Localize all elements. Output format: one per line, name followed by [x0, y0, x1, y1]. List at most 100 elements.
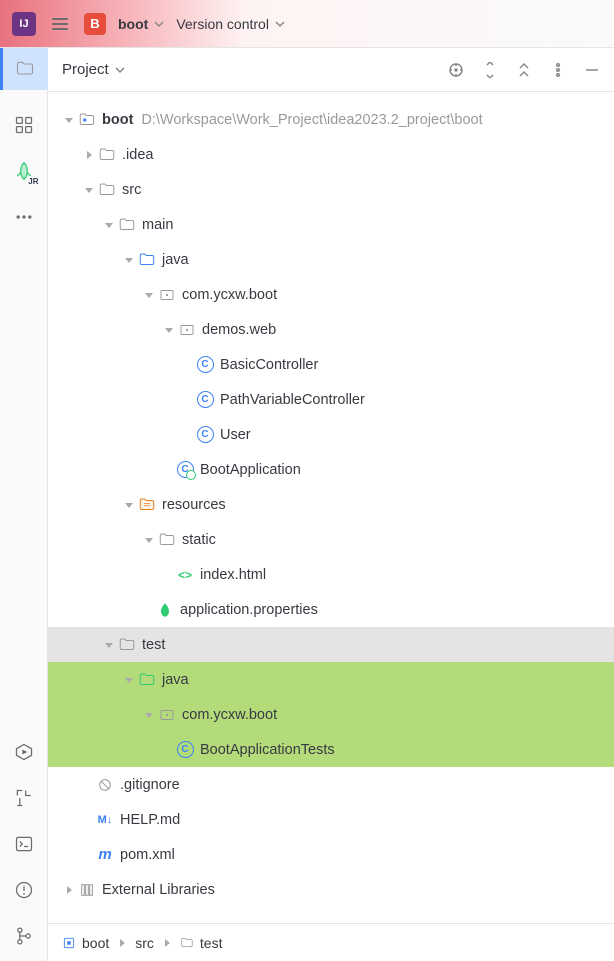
breadcrumb-label: src [135, 935, 154, 951]
tree-node-helpmd[interactable]: M↓ HELP.md [48, 802, 614, 837]
tree-node-user[interactable]: C User [48, 417, 614, 452]
tree-node-pkg-test[interactable]: com.ycxw.boot [48, 697, 614, 732]
expand-arrow-icon[interactable] [142, 533, 156, 547]
expand-arrow-icon[interactable] [122, 673, 136, 687]
module-icon [62, 936, 76, 950]
tree-node-src[interactable]: src [48, 172, 614, 207]
expand-arrow-icon[interactable] [142, 708, 156, 722]
tree-node-root[interactable]: boot D:\Workspace\Work_Project\idea2023.… [48, 102, 614, 137]
services-tool-button[interactable] [13, 741, 35, 763]
tree-node-test[interactable]: test [48, 627, 614, 662]
node-label: static [182, 532, 216, 548]
vcs-label: Version control [176, 16, 269, 32]
more-tool-button[interactable] [13, 206, 35, 228]
class-icon: C [176, 741, 194, 759]
package-icon [178, 321, 196, 339]
project-panel: Project boot D:\Workspace\Work_Project\i… [48, 48, 614, 961]
node-label: demos.web [202, 322, 276, 338]
spring-boot-icon: C [176, 461, 194, 479]
expand-arrow-icon[interactable] [62, 113, 76, 127]
breadcrumb-item-test[interactable]: test [180, 935, 223, 951]
tree-node-pom[interactable]: m pom.xml [48, 837, 614, 872]
tree-node-bootapp[interactable]: C BootApplication [48, 452, 614, 487]
vcs-dropdown[interactable]: Version control [176, 16, 285, 32]
tree-node-extlibs[interactable]: External Libraries [48, 872, 614, 907]
class-icon: C [196, 426, 214, 444]
node-label: BasicController [220, 357, 318, 373]
expand-arrow-icon[interactable] [142, 288, 156, 302]
panel-title-dropdown[interactable]: Project [62, 61, 125, 78]
node-label: .idea [122, 147, 153, 163]
breadcrumb-item-root[interactable]: boot [62, 935, 109, 951]
folder-icon [118, 216, 136, 234]
tree-node-gitignore[interactable]: .gitignore [48, 767, 614, 802]
problems-tool-button[interactable] [13, 879, 35, 901]
tree-node-boottests[interactable]: C BootApplicationTests [48, 732, 614, 767]
node-label: External Libraries [102, 882, 215, 898]
tree-node-idea[interactable]: .idea [48, 137, 614, 172]
breadcrumb-separator-icon [162, 935, 172, 951]
package-icon [158, 706, 176, 724]
project-tool-button[interactable] [0, 48, 48, 90]
structure-tool-button[interactable] [13, 114, 35, 136]
expand-arrow-icon[interactable] [162, 323, 176, 337]
node-label: HELP.md [120, 812, 180, 828]
tree-node-main-java[interactable]: java [48, 242, 614, 277]
breadcrumb-separator-icon [117, 935, 127, 951]
panel-options-button[interactable] [550, 62, 566, 78]
expand-arrow-icon[interactable] [82, 148, 96, 162]
markdown-file-icon: M↓ [96, 811, 114, 829]
folder-icon [118, 636, 136, 654]
project-name-label: boot [118, 16, 148, 32]
breadcrumb-label: test [200, 935, 223, 951]
project-tree[interactable]: boot D:\Workspace\Work_Project\idea2023.… [48, 92, 614, 923]
node-path: D:\Workspace\Work_Project\idea2023.2_pro… [141, 112, 482, 128]
node-label: index.html [200, 567, 266, 583]
node-label: resources [162, 497, 226, 513]
expand-arrow-icon[interactable] [102, 638, 116, 652]
build-tool-button[interactable] [13, 787, 35, 809]
collapse-all-button[interactable] [516, 62, 532, 78]
tree-node-resources[interactable]: resources [48, 487, 614, 522]
expand-arrow-icon[interactable] [122, 253, 136, 267]
node-label: PathVariableController [220, 392, 365, 408]
jrebel-tool-button[interactable]: JR [13, 160, 35, 182]
expand-arrow-icon[interactable] [122, 498, 136, 512]
gitignore-file-icon [96, 776, 114, 794]
hide-panel-button[interactable] [584, 62, 600, 78]
breadcrumb-item-src[interactable]: src [135, 935, 154, 951]
tree-node-demos[interactable]: demos.web [48, 312, 614, 347]
tree-node-basic-controller[interactable]: C BasicController [48, 347, 614, 382]
tree-node-test-java[interactable]: java [48, 662, 614, 697]
tree-node-pathvar-controller[interactable]: C PathVariableController [48, 382, 614, 417]
library-icon [78, 881, 96, 899]
node-label: pom.xml [120, 847, 175, 863]
select-opened-file-button[interactable] [448, 62, 464, 78]
node-label: User [220, 427, 251, 443]
package-icon [158, 286, 176, 304]
tree-node-main[interactable]: main [48, 207, 614, 242]
expand-arrow-icon[interactable] [82, 183, 96, 197]
breadcrumb: boot src test [48, 923, 614, 961]
expand-collapse-button[interactable] [482, 62, 498, 78]
expand-arrow-icon[interactable] [62, 883, 76, 897]
terminal-tool-button[interactable] [13, 833, 35, 855]
tree-node-indexhtml[interactable]: <> index.html [48, 557, 614, 592]
folder-icon [180, 936, 194, 950]
tree-node-static[interactable]: static [48, 522, 614, 557]
node-label: src [122, 182, 141, 198]
node-label: com.ycxw.boot [182, 287, 277, 303]
breadcrumb-label: boot [82, 935, 109, 951]
tree-node-pkg-main[interactable]: com.ycxw.boot [48, 277, 614, 312]
folder-icon [98, 181, 116, 199]
panel-header: Project [48, 48, 614, 92]
git-tool-button[interactable] [13, 925, 35, 947]
folder-icon [98, 146, 116, 164]
maven-file-icon: m [96, 846, 114, 864]
project-dropdown[interactable]: boot [118, 16, 164, 32]
node-label: application.properties [180, 602, 318, 618]
tree-node-appprops[interactable]: application.properties [48, 592, 614, 627]
expand-arrow-icon[interactable] [102, 218, 116, 232]
main-menu-button[interactable] [48, 14, 72, 34]
node-label: boot [102, 112, 133, 128]
